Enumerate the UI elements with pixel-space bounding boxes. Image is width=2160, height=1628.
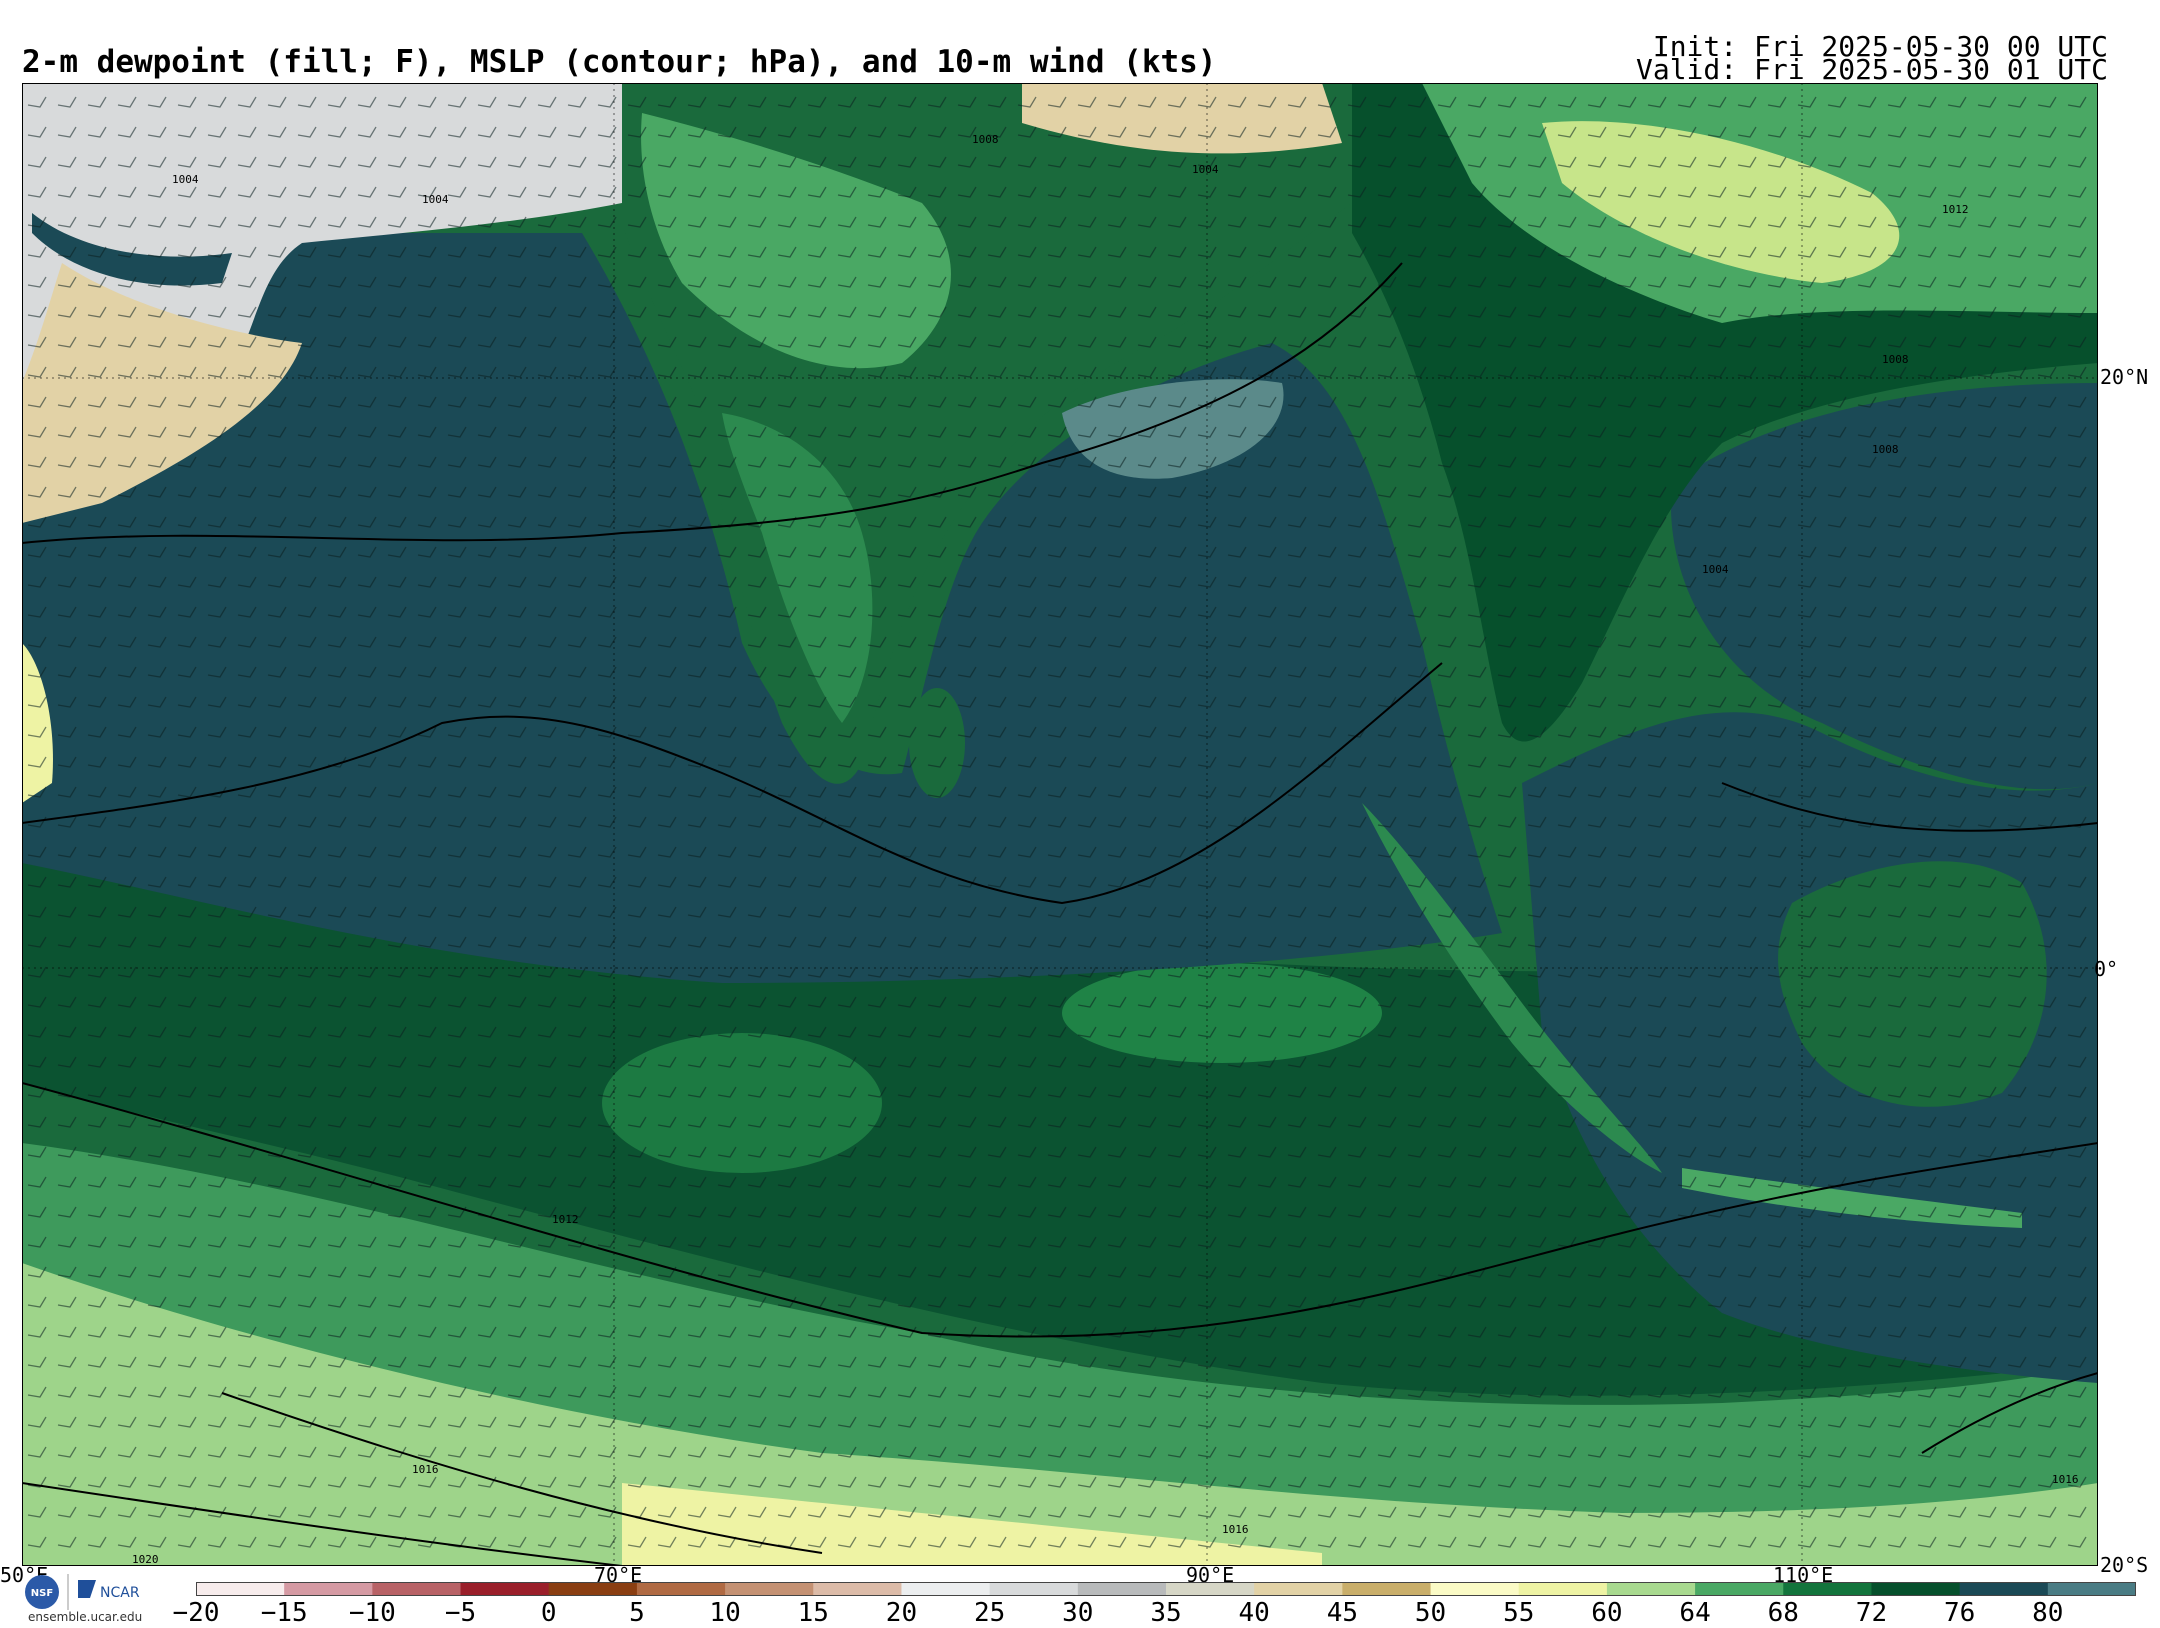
isobar-label: 1004 <box>422 193 449 206</box>
lat-label-0: 0° <box>2094 957 2119 981</box>
isobar-label: 1004 <box>172 173 199 186</box>
lat-label-20s: 20°S <box>2100 1553 2149 1577</box>
colorbar-tick-label: 68 <box>1767 1598 1799 1628</box>
isobar-label: 1008 <box>972 133 999 146</box>
colorbar-tick-label: 5 <box>629 1598 645 1628</box>
colorbar-tick-label: 25 <box>973 1598 1006 1628</box>
colorbar-swatch <box>196 1582 285 1596</box>
wind-barbs <box>22 83 2098 1566</box>
colorbar-tick-label: −10 <box>348 1598 396 1628</box>
isobar-label: 1008 <box>1882 353 1909 366</box>
colorbar-swatch <box>1959 1582 2049 1596</box>
colorbar-swatch <box>813 1582 902 1596</box>
colorbar-tick-label: 76 <box>1943 1598 1976 1628</box>
nsf-logo-text: NSF <box>31 1588 53 1599</box>
isobar-label: 1016 <box>1222 1523 1249 1536</box>
colorbar-swatch <box>1695 1582 1784 1596</box>
colorbar-swatch <box>1430 1582 1520 1596</box>
colorbar-swatch <box>1077 1582 1167 1596</box>
isobar-label: 1012 <box>1942 203 1969 216</box>
colorbar-swatch <box>901 1582 991 1596</box>
colorbar-swatch <box>460 1582 550 1596</box>
colorbar-tick-label: 60 <box>1591 1598 1623 1628</box>
colorbar-swatch <box>636 1582 726 1596</box>
colorbar-tick-label: −20 <box>172 1598 220 1628</box>
colorbar-tick-label: 10 <box>709 1598 741 1628</box>
lat-label-20n: 20°N <box>2100 365 2149 389</box>
isobar-label: 1004 <box>1192 163 1219 176</box>
isobar-label: 1016 <box>2052 1473 2079 1486</box>
colorbar-tick-label: 35 <box>1150 1598 1182 1628</box>
colorbar-tick-label: −15 <box>260 1598 308 1628</box>
colorbar-tick-label: 55 <box>1503 1598 1535 1628</box>
colorbar-swatch <box>1518 1582 1608 1596</box>
colorbar-swatch <box>1166 1582 1255 1596</box>
colorbar-swatch <box>1871 1582 1961 1596</box>
colorbar-swatch <box>989 1582 1079 1596</box>
colorbar-swatch <box>1783 1582 1872 1596</box>
colorbar-tick-label: 20 <box>885 1598 918 1628</box>
colorbar-tick-label: 15 <box>797 1598 829 1628</box>
colorbar-tick-label: 72 <box>1855 1598 1888 1628</box>
dewpoint-map: 1008 1004 1004 1004 1008 1012 1008 1004 … <box>22 83 2098 1566</box>
colorbar-tick-label: −5 <box>444 1598 477 1628</box>
ncar-logo-icon <box>78 1580 96 1598</box>
isobar-label: 1016 <box>412 1463 439 1476</box>
colorbar-swatch <box>284 1582 373 1596</box>
colorbar-tick-label: 0 <box>540 1598 557 1628</box>
colorbar-tick-label: 64 <box>1679 1598 1711 1628</box>
colorbar-tick-label: 45 <box>1326 1598 1359 1628</box>
colorbar-tick-label: 30 <box>1062 1598 1094 1628</box>
colorbar-swatch <box>1254 1582 1343 1596</box>
colorbar-swatch <box>1606 1582 1696 1596</box>
colorbar-swatch <box>1342 1582 1432 1596</box>
colorbar-swatch <box>725 1582 814 1596</box>
colorbar-swatch <box>2047 1582 2136 1596</box>
colorbar-tick-label: 50 <box>1414 1598 1447 1628</box>
colorbar-swatch <box>548 1582 638 1596</box>
colorbar-tick-label: 80 <box>2032 1598 2064 1628</box>
valid-time: Valid: Fri 2025-05-30 01 UTC <box>1635 53 2108 86</box>
isobar-label: 1008 <box>1872 443 1899 456</box>
colorbar-tick-label: 40 <box>1238 1598 1270 1628</box>
isobar-label: 1004 <box>1702 563 1729 576</box>
isobar-label: 1020 <box>132 1553 159 1566</box>
logo-url: ensemble.ucar.edu <box>28 1610 143 1624</box>
colorbar-swatch <box>372 1582 462 1596</box>
ncar-logo-text: NCAR <box>100 1585 140 1601</box>
isobar-label: 1012 <box>552 1213 579 1226</box>
chart-title: 2-m dewpoint (fill; F), MSLP (contour; h… <box>22 44 1217 80</box>
